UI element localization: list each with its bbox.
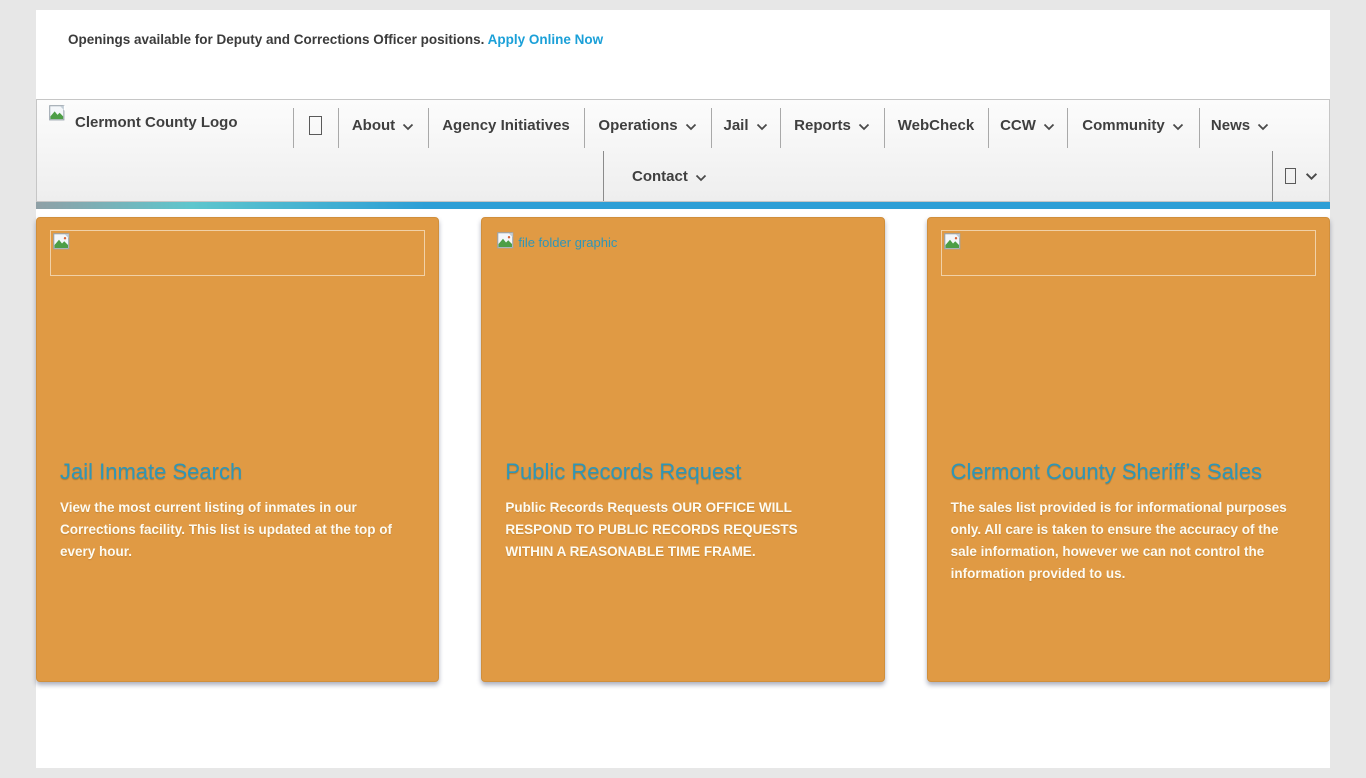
broken-image-icon xyxy=(944,233,962,251)
card-sheriffs-sales[interactable]: Clermont County Sheriff’s Sales The sale… xyxy=(927,217,1330,682)
nav-item-label: Agency Initiatives xyxy=(442,117,570,134)
feature-cards: Jail Inmate Search View the most current… xyxy=(36,209,1330,682)
nav-item-label: Operations xyxy=(598,117,677,134)
chevron-down-icon xyxy=(402,118,414,135)
chevron-down-icon xyxy=(756,118,768,135)
image-alt-text: file folder graphic xyxy=(518,235,617,250)
nav-item-operations[interactable]: Operations xyxy=(584,100,711,151)
broken-image-icon xyxy=(497,232,515,250)
chevron-down-icon xyxy=(1305,168,1318,186)
card-body: Clermont County Sheriff’s Sales The sale… xyxy=(941,459,1316,584)
chevron-down-icon xyxy=(695,169,707,186)
logo-alt-text: Clermont County Logo xyxy=(75,114,237,131)
nav-item-contact[interactable]: Contact xyxy=(604,151,735,201)
broken-image-icon xyxy=(53,233,71,251)
broken-image-icon xyxy=(49,105,66,122)
nav-item-label: CCW xyxy=(1000,117,1036,134)
card-jail-inmate-search[interactable]: Jail Inmate Search View the most current… xyxy=(36,217,439,682)
chevron-down-icon xyxy=(1043,118,1055,135)
nav-item-about[interactable]: About xyxy=(338,100,428,151)
nav-item-news[interactable]: News xyxy=(1199,100,1281,151)
nav-item-label: Contact xyxy=(632,168,688,185)
chevron-down-icon xyxy=(1172,118,1184,135)
site-logo[interactable]: Clermont County Logo xyxy=(37,100,293,151)
card-body: Public Records Request Public Records Re… xyxy=(495,459,870,563)
home-nav-item[interactable] xyxy=(293,100,338,151)
card-image-placeholder: file folder graphic xyxy=(495,230,870,276)
card-image-placeholder xyxy=(50,230,425,276)
missing-glyph-icon xyxy=(1285,168,1296,184)
card-title-link[interactable]: Clermont County Sheriff’s Sales xyxy=(951,459,1290,485)
nav-row2-filler xyxy=(735,151,1272,201)
chevron-down-icon xyxy=(858,118,870,135)
card-title-link[interactable]: Public Records Request xyxy=(505,459,844,485)
page-container: Openings available for Deputy and Correc… xyxy=(36,10,1330,768)
nav-item-label: About xyxy=(352,117,395,134)
nav-item-label: Reports xyxy=(794,117,851,134)
nav-row2-spacer xyxy=(37,151,604,201)
nav-item-label: News xyxy=(1211,117,1250,134)
chevron-down-icon xyxy=(1257,118,1269,135)
nav-item-agency-initiatives[interactable]: Agency Initiatives xyxy=(428,100,584,151)
announcement-text: Openings available for Deputy and Correc… xyxy=(68,32,484,47)
nav-item-community[interactable]: Community xyxy=(1067,100,1199,151)
nav-toggle-button[interactable] xyxy=(1272,151,1329,201)
main-navigation: Clermont County Logo About Agency Initia… xyxy=(36,99,1330,202)
nav-item-ccw[interactable]: CCW xyxy=(988,100,1067,151)
nav-item-webcheck[interactable]: WebCheck xyxy=(884,100,988,151)
chevron-down-icon xyxy=(685,118,697,135)
nav-item-label: Jail xyxy=(723,117,748,134)
card-body: Jail Inmate Search View the most current… xyxy=(50,459,425,563)
card-public-records-request[interactable]: file folder graphic Public Records Reque… xyxy=(481,217,884,682)
nav-item-label: Community xyxy=(1082,117,1165,134)
card-description: View the most current listing of inmates… xyxy=(60,497,399,563)
accent-divider-bar xyxy=(36,202,1330,209)
nav-item-jail[interactable]: Jail xyxy=(711,100,780,151)
card-title-link[interactable]: Jail Inmate Search xyxy=(60,459,399,485)
announcement-bar: Openings available for Deputy and Correc… xyxy=(36,10,1330,99)
nav-item-label: WebCheck xyxy=(898,117,974,134)
nav-row-2: Contact xyxy=(37,151,1329,201)
nav-item-reports[interactable]: Reports xyxy=(780,100,884,151)
card-description: The sales list provided is for informati… xyxy=(951,497,1290,584)
card-description: Public Records Requests OUR OFFICE WILL … xyxy=(505,497,844,563)
nav-row-1: Clermont County Logo About Agency Initia… xyxy=(37,100,1329,151)
missing-glyph-icon xyxy=(309,116,322,135)
card-image-placeholder xyxy=(941,230,1316,276)
apply-online-link[interactable]: Apply Online Now xyxy=(488,32,604,47)
